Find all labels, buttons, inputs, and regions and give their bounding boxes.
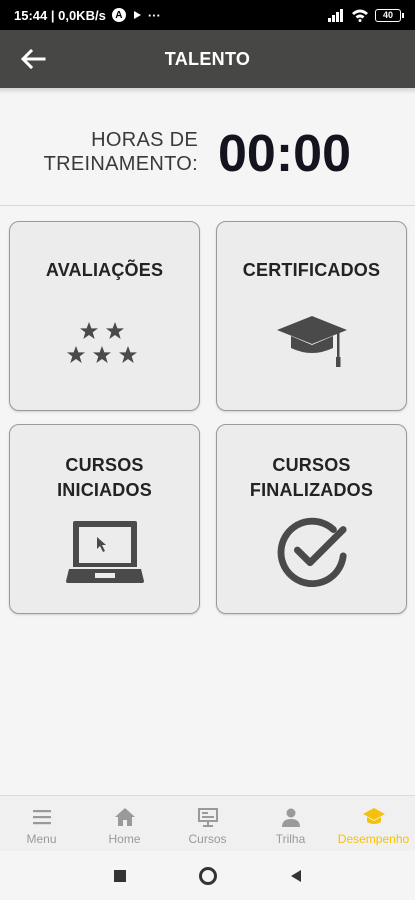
signal-icon: [328, 9, 343, 22]
system-nav-bar: [0, 851, 415, 900]
laptop-icon: [65, 521, 144, 583]
presentation-icon: [197, 808, 218, 827]
stars-icon: [66, 322, 137, 363]
divider: [0, 205, 415, 206]
nav-label-home: Home: [108, 832, 141, 846]
nav-item-cursos[interactable]: Cursos: [166, 796, 249, 851]
graduation-cap-icon: [276, 316, 347, 367]
home-icon: [114, 808, 135, 826]
play-icon: [133, 11, 141, 19]
cursos-finalizados-card[interactable]: CURSOS FINALIZADOS: [216, 424, 407, 614]
training-hours-label: HORAS DE TREINAMENTO:: [44, 128, 198, 176]
check-circle-icon: [277, 517, 347, 588]
nav-label-cursos: Cursos: [188, 832, 227, 846]
nav-item-trilha[interactable]: Trilha: [249, 796, 332, 851]
more-notifications-icon: ···: [147, 7, 161, 23]
a-badge-icon: A: [111, 8, 126, 22]
nav-label-trilha: Trilha: [275, 832, 306, 846]
nav-item-menu[interactable]: Menu: [0, 796, 83, 851]
training-label-line1: HORAS DE: [91, 129, 198, 151]
cursos-iniciados-title-line1: CURSOS: [65, 455, 144, 475]
back-triangle-icon[interactable]: [288, 868, 304, 884]
cursos-iniciados-title-line2: INICIADOS: [57, 480, 152, 500]
nav-item-home[interactable]: Home: [83, 796, 166, 851]
avaliacoes-card-title: AVALIAÇÕES: [45, 260, 164, 280]
person-icon: [281, 808, 300, 827]
hamburger-icon: [32, 810, 51, 825]
certificados-card[interactable]: CERTIFICADOS: [216, 221, 407, 411]
avaliacoes-card[interactable]: AVALIAÇÕES: [9, 221, 200, 411]
app-bar: TALENTO: [0, 30, 415, 88]
nav-label-menu: Menu: [26, 832, 57, 846]
battery-icon: 40: [375, 8, 404, 22]
graduation-cap-icon: [362, 808, 385, 824]
cursos-iniciados-card[interactable]: CURSOS INICIADOS: [9, 424, 200, 614]
back-arrow-icon[interactable]: [18, 44, 48, 74]
nav-label-desempenho: Desempenho: [337, 832, 410, 846]
recents-square-icon[interactable]: [112, 868, 128, 884]
wifi-icon: [352, 9, 368, 22]
status-bar: 15:44 | 0,0KB/s A ··· 40: [0, 0, 415, 30]
training-label-line2: TREINAMENTO:: [43, 153, 198, 175]
status-time: 15:44 | 0,0KB/s: [14, 7, 106, 23]
nav-item-desempenho[interactable]: Desempenho: [332, 796, 415, 851]
cursos-finalizados-title-line2: FINALIZADOS: [249, 480, 374, 500]
training-hours-value: 00:00: [218, 125, 351, 183]
bottom-nav: Menu Home Cursos Trilha Desempenho: [0, 795, 415, 851]
training-hours: HORAS DE TREINAMENTO: 00:00: [0, 120, 415, 190]
page-title: TALENTO: [164, 48, 251, 69]
home-circle-icon[interactable]: [198, 866, 218, 886]
certificados-card-title: CERTIFICADOS: [242, 260, 381, 280]
battery-level: 40: [382, 10, 393, 20]
app-bar-shadow: [0, 88, 415, 94]
cursos-finalizados-title-line1: CURSOS: [272, 455, 351, 475]
